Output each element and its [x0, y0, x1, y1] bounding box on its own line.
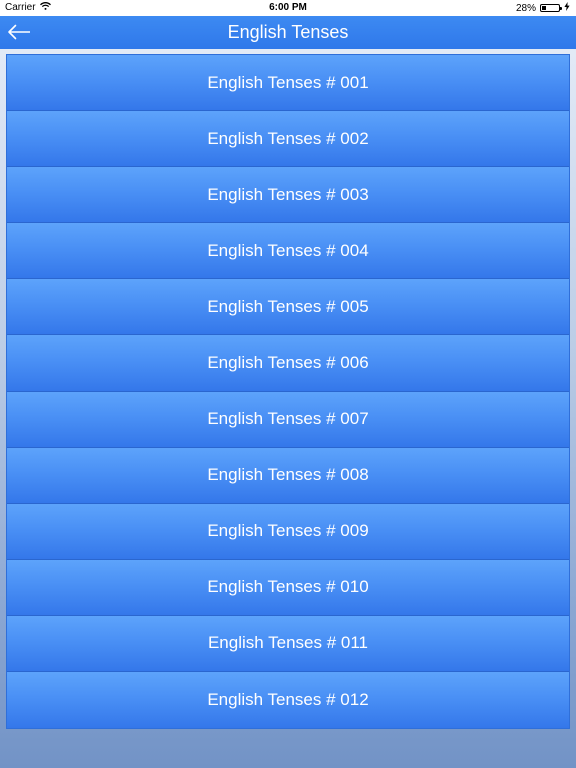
list-item[interactable]: English Tenses # 012	[7, 672, 569, 729]
page-title: English Tenses	[227, 22, 349, 42]
battery-icon	[540, 4, 562, 12]
list-item-label: English Tenses # 002	[207, 128, 369, 148]
list-item-label: English Tenses # 004	[207, 240, 369, 260]
list-item[interactable]: English Tenses # 005	[7, 279, 569, 336]
list-item-label: English Tenses # 009	[207, 521, 369, 541]
list-item-label: English Tenses # 008	[207, 465, 369, 485]
list-item[interactable]: English Tenses # 009	[7, 503, 569, 560]
list-item[interactable]: English Tenses # 008	[7, 447, 569, 504]
status-bar: Carrier 6:00 PM 28%	[0, 0, 576, 16]
list-item[interactable]: English Tenses # 011	[7, 615, 569, 673]
list-item[interactable]: English Tenses # 004	[7, 223, 569, 280]
tense-list: English Tenses # 001 English Tenses # 002…	[6, 54, 570, 730]
list-item-label: English Tenses # 005	[207, 296, 369, 316]
battery-percent: 28%	[515, 2, 536, 14]
list-item-label: English Tenses # 007	[207, 409, 369, 429]
list-item-label: English Tenses # 011	[207, 633, 369, 653]
status-time: 6:00 PM	[269, 2, 307, 13]
list-item[interactable]: English Tenses # 002	[7, 111, 569, 168]
list-item-label: English Tenses # 006	[207, 353, 369, 373]
status-right: 28%	[516, 2, 570, 14]
list-item-label: English Tenses # 001	[207, 72, 369, 92]
navigation-bar: English Tenses	[0, 16, 576, 49]
list-item[interactable]: English Tenses # 010	[7, 559, 569, 616]
charging-bolt-icon	[564, 2, 570, 14]
list-item-label: English Tenses # 003	[207, 184, 369, 204]
list-item[interactable]: English Tenses # 006	[7, 335, 569, 392]
list-item-label: English Tenses # 012	[207, 690, 369, 710]
list-item-label: English Tenses # 010	[207, 577, 369, 597]
battery-level	[542, 6, 546, 10]
list-item[interactable]: English Tenses # 003	[7, 167, 569, 224]
list-item[interactable]: English Tenses # 007	[7, 391, 569, 448]
list-item[interactable]: English Tenses # 001	[7, 55, 569, 112]
